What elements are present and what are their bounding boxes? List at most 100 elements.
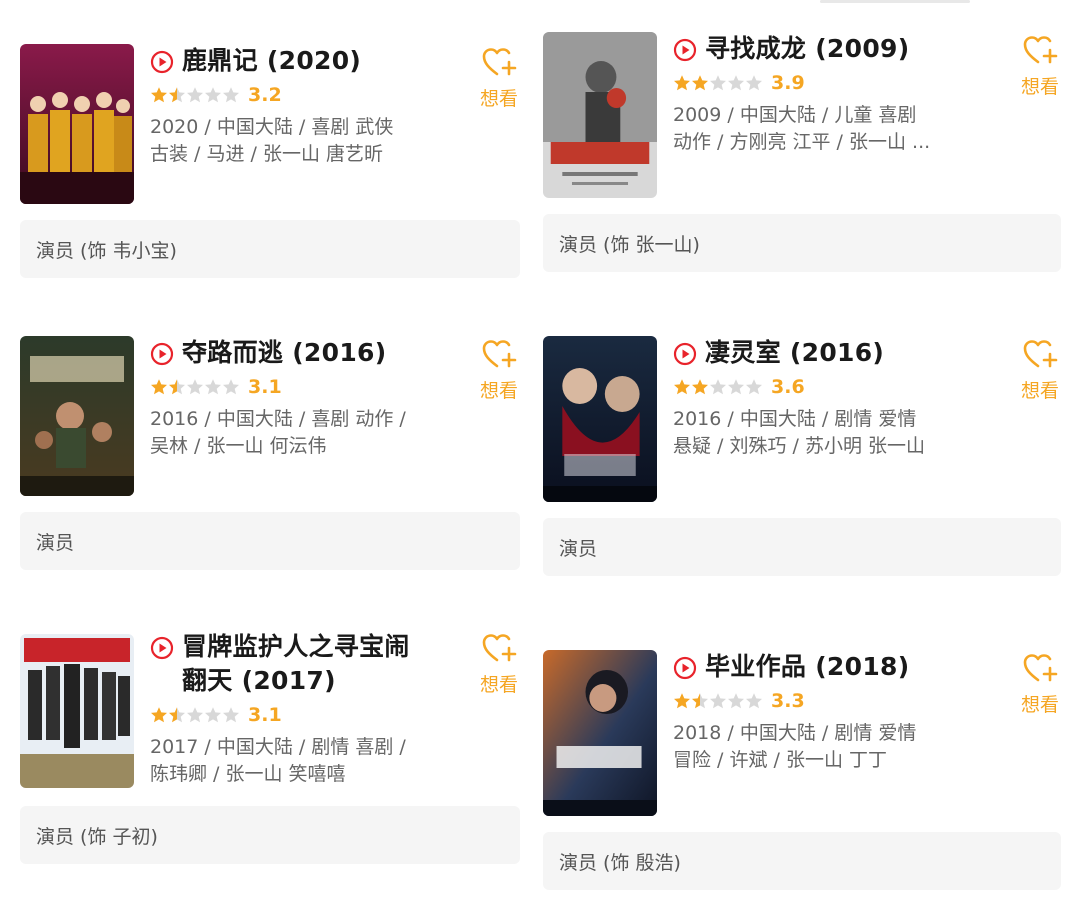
star-icon: [169, 379, 185, 395]
meta-line: 冒险 / 许斌 / 张一山 丁丁: [673, 749, 888, 771]
rating-score: 3.6: [771, 376, 805, 398]
rating: 3.9: [673, 70, 963, 96]
movie-title[interactable]: 冒牌监护人之寻宝闹翻天 (2017): [182, 630, 422, 698]
heart-plus-icon: [482, 340, 517, 368]
star-icon: [710, 693, 726, 709]
want-label: 想看: [1020, 380, 1059, 402]
rating: 3.2: [150, 82, 440, 108]
role-box: 演员 (饰 殷浩): [543, 832, 1061, 890]
star-icon: [205, 707, 221, 723]
meta-line: 2017 / 中国大陆 / 剧情 喜剧 /: [150, 736, 406, 758]
meta-line: 陈玮卿 / 张一山 笑嘻嘻: [150, 763, 346, 785]
rating: 3.6: [673, 374, 963, 400]
star-icon: [692, 379, 708, 395]
star-icon: [692, 75, 708, 91]
want-label: 想看: [479, 380, 518, 402]
rating-score: 3.9: [771, 72, 805, 94]
movie-title[interactable]: 凄灵室 (2016): [705, 336, 884, 370]
movie-poster[interactable]: [543, 336, 657, 502]
rating: 3.1: [150, 374, 440, 400]
want-to-watch-button[interactable]: 想看: [1015, 652, 1065, 717]
heart-plus-icon: [1023, 36, 1058, 64]
movie-poster[interactable]: [543, 650, 657, 816]
role-box: 演员: [20, 512, 520, 570]
movie-title[interactable]: 寻找成龙 (2009): [705, 32, 909, 66]
scroll-edge-indicator: [820, 0, 970, 3]
movie-meta: 2018 / 中国大陆 / 剧情 爱情 冒险 / 许斌 / 张一山 丁丁: [673, 720, 963, 774]
movie-title[interactable]: 毕业作品 (2018): [705, 650, 909, 684]
heart-plus-icon: [482, 634, 517, 662]
star-icon: [151, 87, 167, 103]
star-icon: [728, 75, 744, 91]
want-to-watch-button[interactable]: 想看: [474, 632, 524, 697]
star-icon: [223, 707, 239, 723]
movie-poster[interactable]: [20, 44, 134, 204]
play-icon[interactable]: [673, 342, 697, 366]
want-to-watch-button[interactable]: 想看: [1015, 34, 1065, 99]
star-rating: [673, 692, 763, 710]
rating: 3.3: [673, 688, 963, 714]
heart-plus-icon: [482, 48, 517, 76]
star-icon: [151, 707, 167, 723]
movie-meta: 2016 / 中国大陆 / 喜剧 动作 / 吴林 / 张一山 何沄伟: [150, 406, 440, 460]
movie-meta: 2020 / 中国大陆 / 喜剧 武侠 古装 / 马进 / 张一山 唐艺昕: [150, 114, 440, 168]
star-icon: [223, 87, 239, 103]
star-icon: [674, 75, 690, 91]
star-icon: [746, 693, 762, 709]
want-label: 想看: [479, 88, 518, 110]
play-icon[interactable]: [150, 50, 174, 74]
movie-poster[interactable]: [543, 32, 657, 198]
play-icon[interactable]: [150, 342, 174, 366]
want-label: 想看: [1020, 76, 1059, 98]
rating-score: 3.1: [248, 376, 282, 398]
meta-line: 2020 / 中国大陆 / 喜剧 武侠: [150, 116, 394, 138]
play-icon[interactable]: [150, 636, 174, 660]
star-icon: [674, 693, 690, 709]
star-rating: [150, 378, 240, 396]
star-icon: [151, 379, 167, 395]
meta-line: 2016 / 中国大陆 / 喜剧 动作 /: [150, 408, 406, 430]
meta-line: 吴林 / 张一山 何沄伟: [150, 435, 327, 457]
star-icon: [710, 379, 726, 395]
heart-plus-icon: [1023, 654, 1058, 682]
rating: 3.1: [150, 702, 440, 728]
want-to-watch-button[interactable]: 想看: [1015, 338, 1065, 403]
want-to-watch-button[interactable]: 想看: [474, 338, 524, 403]
role-box: 演员 (饰 张一山): [543, 214, 1061, 272]
movie-poster[interactable]: [20, 336, 134, 496]
star-rating: [150, 706, 240, 724]
meta-line: 古装 / 马进 / 张一山 唐艺昕: [150, 143, 384, 165]
star-rating: [673, 378, 763, 396]
role-box: 演员: [543, 518, 1061, 576]
play-icon[interactable]: [673, 656, 697, 680]
star-icon: [187, 379, 203, 395]
star-icon: [746, 75, 762, 91]
play-icon[interactable]: [673, 38, 697, 62]
meta-line: 2016 / 中国大陆 / 剧情 爱情: [673, 408, 917, 430]
role-box: 演员 (饰 子初): [20, 806, 520, 864]
meta-line: 动作 / 方刚亮 江平 / 张一山 ...: [673, 131, 931, 153]
star-icon: [692, 693, 708, 709]
movie-title[interactable]: 鹿鼎记 (2020): [182, 44, 361, 78]
movie-title[interactable]: 夺路而逃 (2016): [182, 336, 386, 370]
star-icon: [187, 87, 203, 103]
want-label: 想看: [1020, 694, 1059, 716]
star-icon: [205, 379, 221, 395]
want-to-watch-button[interactable]: 想看: [474, 46, 524, 111]
heart-plus-icon: [1023, 340, 1058, 368]
meta-line: 悬疑 / 刘殊巧 / 苏小明 张一山: [673, 435, 926, 457]
star-rating: [673, 74, 763, 92]
star-rating: [150, 86, 240, 104]
movie-meta: 2009 / 中国大陆 / 儿童 喜剧 动作 / 方刚亮 江平 / 张一山 ..…: [673, 102, 963, 156]
movie-meta: 2017 / 中国大陆 / 剧情 喜剧 / 陈玮卿 / 张一山 笑嘻嘻: [150, 734, 440, 788]
want-label: 想看: [479, 674, 518, 696]
movie-poster[interactable]: [20, 634, 134, 788]
meta-line: 2018 / 中国大陆 / 剧情 爱情: [673, 722, 917, 744]
star-icon: [169, 707, 185, 723]
star-icon: [746, 379, 762, 395]
star-icon: [710, 75, 726, 91]
star-icon: [728, 693, 744, 709]
star-icon: [187, 707, 203, 723]
rating-score: 3.2: [248, 84, 282, 106]
star-icon: [223, 379, 239, 395]
